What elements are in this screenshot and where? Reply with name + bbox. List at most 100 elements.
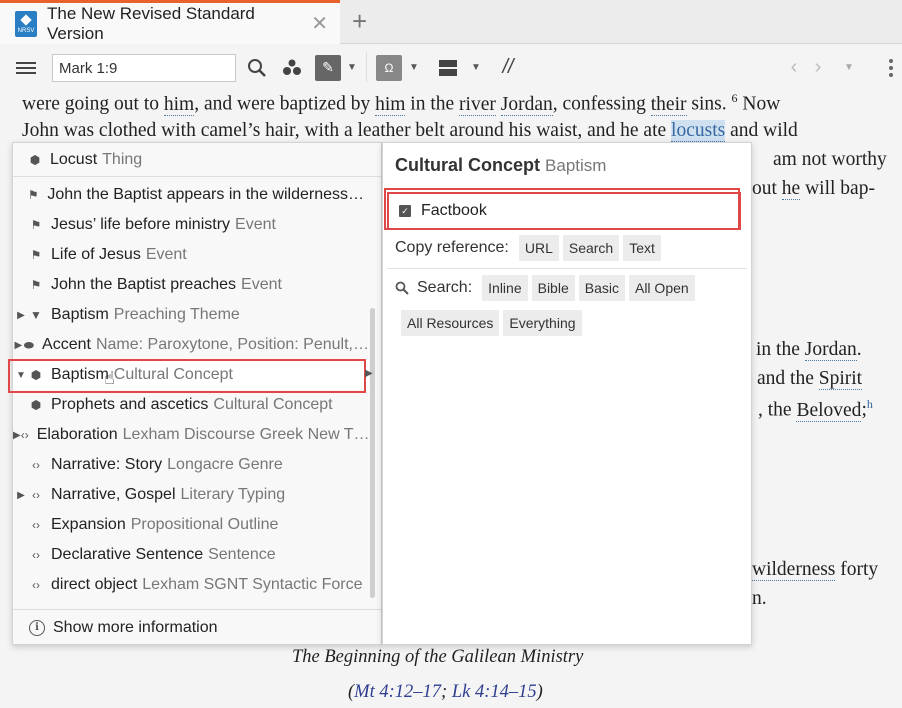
list-item[interactable]: ‹› Narrative: Story Longacre Genre xyxy=(13,450,369,480)
item-name: John the Baptist appears in the wilderne… xyxy=(47,186,364,203)
doc-line: n. xyxy=(752,588,767,609)
word-jordan[interactable]: Jordan xyxy=(804,339,857,361)
word-river[interactable]: river xyxy=(459,93,496,116)
doc-line: , the Beloved;h xyxy=(758,397,873,422)
chevron-down-icon[interactable]: ▼ xyxy=(470,44,482,91)
interlinear-button[interactable]: Ω xyxy=(374,44,404,91)
word-him[interactable]: him xyxy=(163,93,195,116)
list-item[interactable]: ‹› Expansion Propositional Outline xyxy=(13,510,369,540)
doc-line: am not worthy xyxy=(773,149,887,170)
code-icon: ‹› xyxy=(32,578,40,592)
back-icon[interactable]: ‹ xyxy=(786,44,802,91)
expand-arrow-icon[interactable]: ▶ xyxy=(13,430,21,441)
word-wilderness[interactable]: wilderness xyxy=(752,559,836,581)
list-item[interactable]: ⚑ Life of Jesus Event xyxy=(13,240,369,270)
visual-markup-button[interactable]: ✎ xyxy=(314,44,342,91)
item-name: Accent xyxy=(42,336,91,353)
item-name: Prophets and ascetics xyxy=(51,396,209,413)
parallel-icon[interactable]: // xyxy=(496,44,520,91)
copy-url-button[interactable]: URL xyxy=(518,235,559,261)
list-item[interactable]: ▶ ‹› Elaboration Lexham Discourse Greek New… xyxy=(13,420,369,450)
toolbar-divider xyxy=(366,52,367,82)
search-everything-button[interactable]: Everything xyxy=(503,310,582,336)
code-icon: ‹› xyxy=(20,428,29,442)
layout-button[interactable] xyxy=(434,44,462,91)
expand-arrow-icon[interactable]: ▶ xyxy=(13,310,29,321)
search-all-resources-button[interactable]: All Resources xyxy=(401,310,500,336)
list-item[interactable]: ⚑ Jesus’ life before ministry Event xyxy=(13,210,369,240)
doc-line: were going out to him, and were baptized… xyxy=(22,91,781,116)
info-icon: i xyxy=(29,619,45,636)
word-their[interactable]: their xyxy=(650,93,687,116)
menu-icon[interactable] xyxy=(14,44,38,91)
reference-input[interactable] xyxy=(52,54,236,82)
search-bible-button[interactable]: Bible xyxy=(531,275,575,301)
show-more-information-button[interactable]: i Show more information xyxy=(13,609,381,645)
chevron-down-icon[interactable]: ▼ xyxy=(346,44,358,91)
word-locusts[interactable]: locusts xyxy=(671,120,726,142)
close-icon[interactable]: ✕ xyxy=(311,11,328,36)
item-name: Expansion xyxy=(51,516,126,533)
scrollbar[interactable] xyxy=(370,308,375,598)
item-type: Sentence xyxy=(208,546,276,563)
search-row-2: All Resources Everything xyxy=(401,310,582,336)
tab-title: The New Revised Standard Version xyxy=(47,3,255,43)
list-item[interactable]: ▶ ▼ Baptism Preaching Theme xyxy=(13,300,369,330)
search-all-open-button[interactable]: All Open xyxy=(628,275,695,301)
add-tab-icon[interactable]: + xyxy=(352,6,367,37)
footer-label: Show more information xyxy=(53,618,218,636)
history-chevron-icon[interactable]: ▼ xyxy=(842,44,856,91)
header-name: Locust xyxy=(50,150,98,168)
word-beloved[interactable]: Beloved xyxy=(796,399,862,422)
flag-icon: ⚑ xyxy=(30,248,42,262)
copy-text-button[interactable]: Text xyxy=(623,235,661,261)
word-him[interactable]: him xyxy=(375,93,406,116)
doc-line: in the Jordan. xyxy=(756,339,862,361)
selection-highlight xyxy=(8,359,366,393)
item-type: Preaching Theme xyxy=(113,306,240,323)
item-name: Baptism xyxy=(51,306,109,323)
item-name: Declarative Sentence xyxy=(51,546,204,563)
cube-icon: ⬢ xyxy=(29,152,41,167)
forward-icon[interactable]: › xyxy=(810,44,826,91)
item-name: Narrative: Story xyxy=(51,456,163,473)
tab-nrsv[interactable]: NRSV The New Revised Standard Version ✕ xyxy=(0,0,340,44)
search-icon[interactable] xyxy=(244,44,270,91)
list-item[interactable]: ▶ ⬬ Accent Name: Paroxytone, Position: Penu… xyxy=(13,330,369,360)
word-jordan[interactable]: Jordan xyxy=(500,93,553,116)
more-options-icon[interactable] xyxy=(884,44,898,91)
logo-text: NRSV xyxy=(17,27,35,34)
visual-filter-icon[interactable] xyxy=(280,44,304,91)
expand-arrow-icon[interactable]: ▶ xyxy=(13,340,24,351)
panel-header[interactable]: ⬢ Locust Thing xyxy=(13,143,381,177)
item-type: Literary Typing xyxy=(180,486,286,503)
submenu-arrow-icon: ▶ xyxy=(365,368,373,379)
list-item[interactable]: ▶ ‹› Narrative, Gospel Literary Typing xyxy=(13,480,369,510)
search-icon xyxy=(395,281,409,295)
list-item[interactable]: ⬢ Prophets and ascetics Cultural Concept xyxy=(13,390,369,420)
list-item[interactable]: ‹› direct object Lexham SGNT Syntactic For… xyxy=(13,570,369,600)
concept-icon: ⬢ xyxy=(30,398,42,412)
factbook-highlight xyxy=(384,188,740,230)
item-name: direct object xyxy=(51,576,138,593)
flag-icon: ⚑ xyxy=(27,188,39,202)
footnote-marker[interactable]: h xyxy=(867,397,873,411)
code-icon: ‹› xyxy=(32,488,40,502)
item-type: Longacre Genre xyxy=(167,456,283,473)
word-he[interactable]: he xyxy=(781,178,801,200)
item-type: Lexham SGNT Syntactic Force xyxy=(142,576,363,593)
word-spirit[interactable]: Spirit xyxy=(818,368,863,390)
crossref-lk[interactable]: Lk 4:14–15 xyxy=(452,682,537,702)
copy-search-button[interactable]: Search xyxy=(562,235,620,261)
item-type: Propositional Outline xyxy=(130,516,279,533)
chevron-down-icon[interactable]: ▼ xyxy=(408,44,420,91)
toolbar: ✎ ▼ Ω ▼ ▼ // ‹ › ▼ xyxy=(0,44,902,91)
search-inline-button[interactable]: Inline xyxy=(482,275,528,301)
list-item[interactable]: ‹› Declarative Sentence Sentence xyxy=(13,540,369,570)
list-item[interactable]: ⚑ John the Baptist appears in the wildern… xyxy=(13,180,369,210)
expand-arrow-icon[interactable]: ▶ xyxy=(13,490,29,501)
search-basic-button[interactable]: Basic xyxy=(578,275,625,301)
list-item[interactable]: ⚑ John the Baptist preaches Event xyxy=(13,270,369,300)
crossref-mt[interactable]: Mt 4:12–17 xyxy=(354,682,441,702)
copy-reference-row: Copy reference: URL Search Text xyxy=(395,235,661,261)
